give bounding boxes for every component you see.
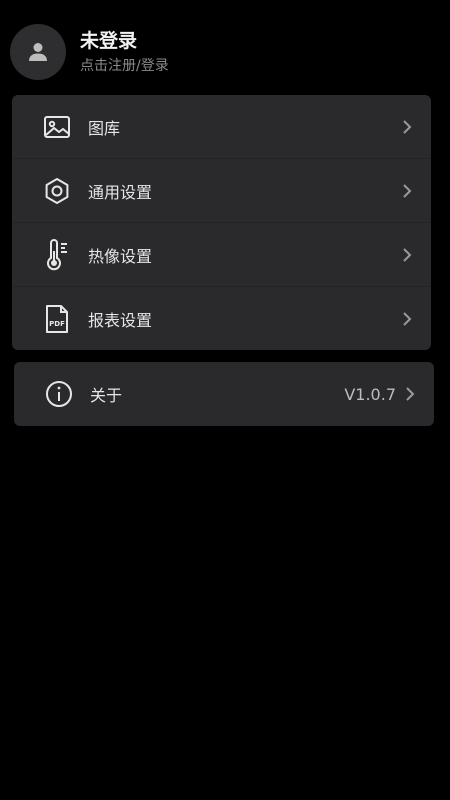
app-version: V1.0.7 xyxy=(344,384,396,404)
login-register-link[interactable]: 点击注册/登录 xyxy=(80,57,169,75)
pdf-icon-label: PDF xyxy=(49,320,65,328)
chevron-right-icon xyxy=(399,183,415,199)
user-icon xyxy=(29,43,47,61)
chevron-right-icon xyxy=(399,119,415,135)
menu-item-label: 关于 xyxy=(90,386,123,405)
menu-item-label: 通用设置 xyxy=(88,182,153,202)
menu-item-gallery[interactable]: 图库 xyxy=(12,95,431,158)
image-icon xyxy=(40,110,74,144)
about-card: 关于 V1.0.7 xyxy=(14,362,434,426)
menu-item-label: 图库 xyxy=(88,118,121,138)
profile-text: 未登录 点击注册/登录 xyxy=(80,29,169,75)
menu-item-label: 热像设置 xyxy=(88,246,153,266)
profile-header[interactable]: 未登录 点击注册/登录 xyxy=(10,24,169,80)
menu-item-about[interactable]: 关于 V1.0.7 xyxy=(14,362,434,426)
chevron-right-icon xyxy=(399,311,415,327)
chevron-right-icon xyxy=(399,247,415,263)
avatar[interactable] xyxy=(10,24,66,80)
user-name: 未登录 xyxy=(80,30,138,52)
settings-page: 未登录 点击注册/登录 图库 通用设置 热像设置 PDF 报表设置 关于 V1.… xyxy=(0,0,450,800)
menu-item-thermal-settings[interactable]: 热像设置 xyxy=(12,222,431,286)
gear-icon xyxy=(40,174,74,208)
info-icon xyxy=(42,377,76,411)
menu-item-general-settings[interactable]: 通用设置 xyxy=(12,158,431,222)
thermometer-icon xyxy=(40,238,74,272)
pdf-icon: PDF xyxy=(40,302,74,336)
chevron-right-icon xyxy=(402,386,418,402)
settings-menu-card: 图库 通用设置 热像设置 PDF 报表设置 xyxy=(12,95,431,350)
menu-item-label: 报表设置 xyxy=(88,310,153,330)
menu-item-report-settings[interactable]: PDF 报表设置 xyxy=(12,286,431,350)
